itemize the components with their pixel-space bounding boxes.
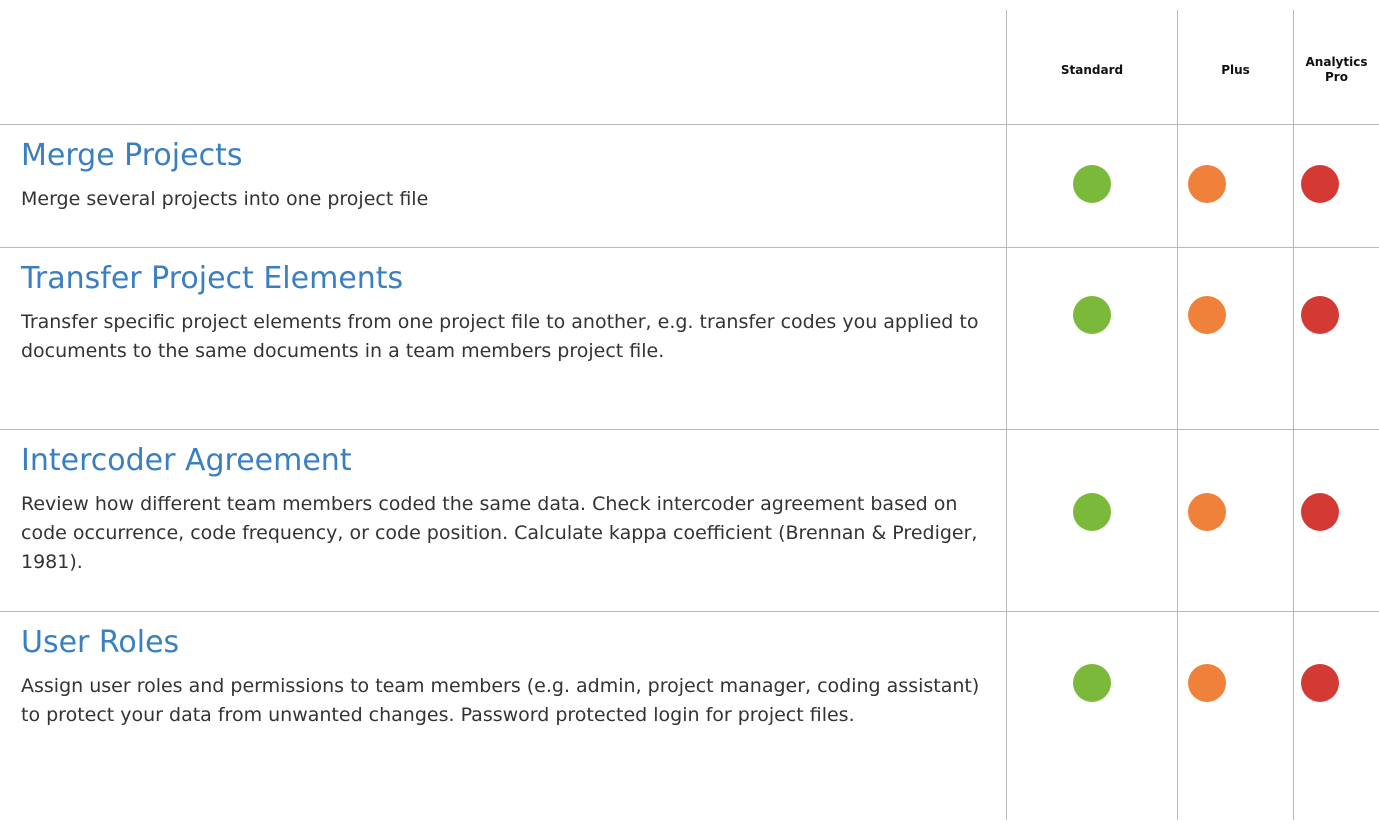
column-header-plus: Plus [1221, 62, 1250, 77]
plus-availability-dot [1188, 493, 1226, 531]
feature-title: User Roles [21, 625, 180, 660]
feature-title: Merge Projects [21, 138, 243, 173]
feature-row-merge-projects: Merge Projects Merge several projects in… [0, 125, 1379, 247]
feature-title: Transfer Project Elements [21, 261, 404, 296]
plus-availability-dot [1188, 165, 1226, 203]
analytics-pro-availability-dot [1301, 165, 1339, 203]
analytics-pro-availability-dot [1301, 493, 1339, 531]
column-header-analytics-pro: Analytics Pro [1305, 55, 1368, 84]
plus-availability-dot [1188, 296, 1226, 334]
plus-availability-dot [1188, 664, 1226, 702]
standard-availability-dot [1073, 296, 1111, 334]
standard-availability-dot [1073, 664, 1111, 702]
feature-description: Merge several projects into one project … [21, 188, 429, 210]
analytics-pro-availability-dot [1301, 296, 1339, 334]
feature-row-transfer-project-elements: Transfer Project Elements Transfer speci… [0, 248, 1379, 429]
feature-description: Review how different team members coded … [21, 493, 978, 573]
feature-comparison-table: Standard Plus Analytics Pro Merge Projec… [0, 0, 1379, 834]
analytics-pro-availability-dot [1301, 664, 1339, 702]
feature-row-intercoder-agreement: Intercoder Agreement Review how differen… [0, 430, 1379, 611]
feature-title: Intercoder Agreement [21, 443, 352, 478]
standard-availability-dot [1073, 165, 1111, 203]
feature-description: Assign user roles and permissions to tea… [21, 675, 980, 726]
feature-row-user-roles: User Roles Assign user roles and permiss… [0, 612, 1379, 804]
feature-description: Transfer specific project elements from … [21, 311, 979, 362]
column-header-standard: Standard [1060, 62, 1124, 77]
standard-availability-dot [1073, 493, 1111, 531]
